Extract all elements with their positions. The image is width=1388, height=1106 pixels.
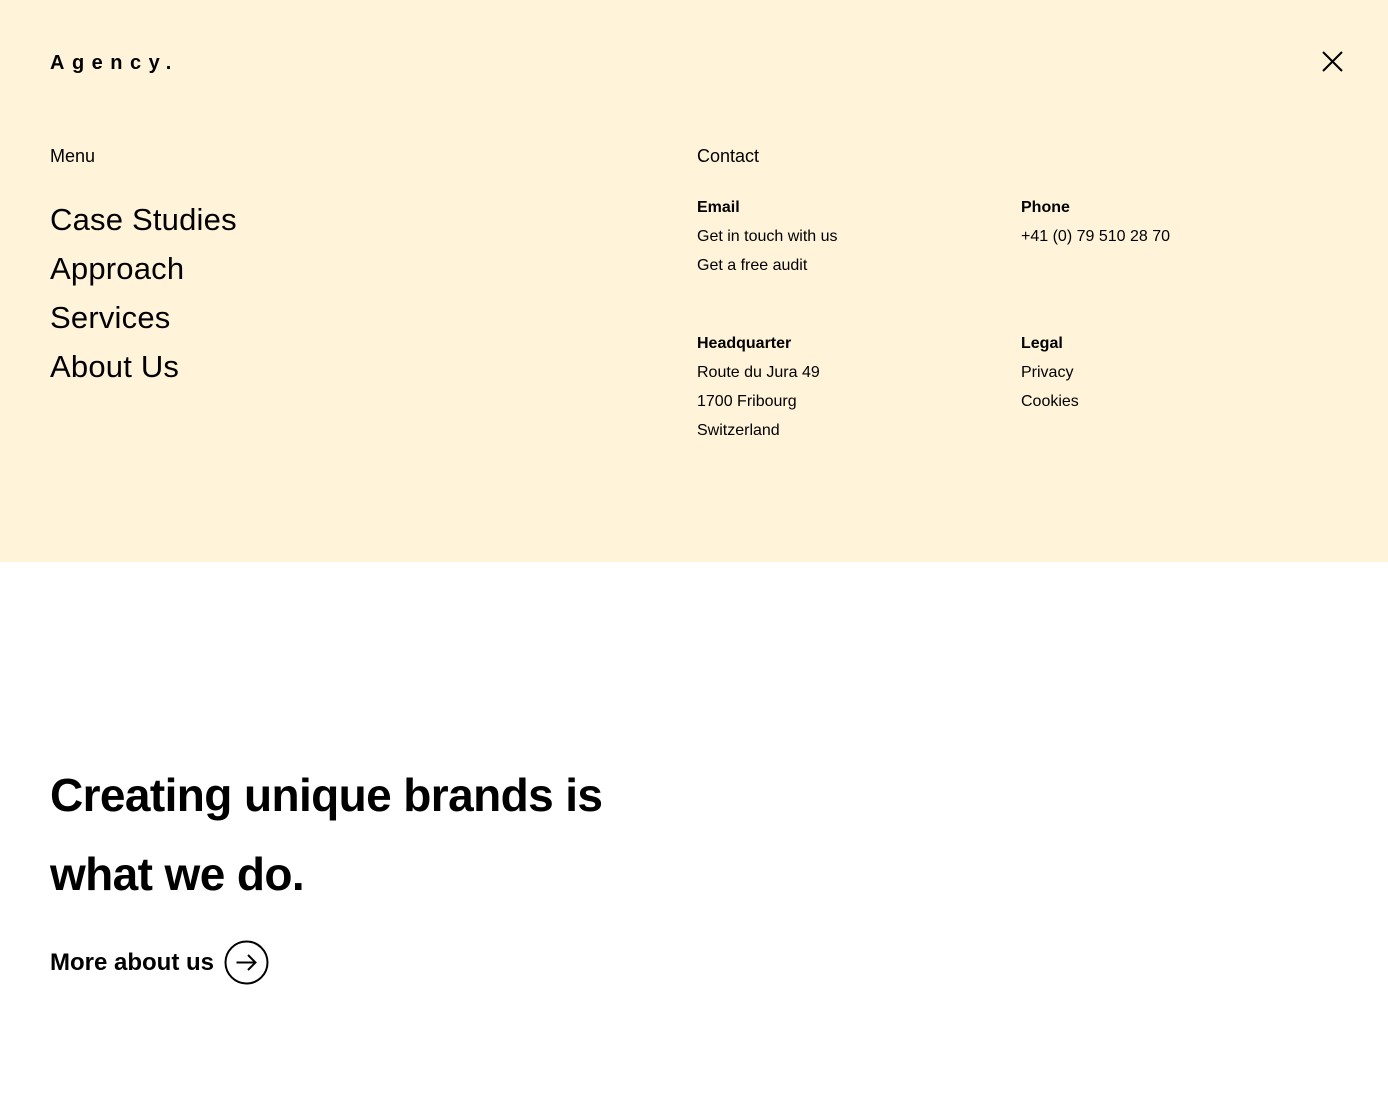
contact-email-block: Email Get in touch with us Get a free au… — [697, 193, 997, 280]
headquarter-label: Headquarter — [697, 335, 792, 352]
more-about-us-link[interactable]: More about us — [50, 940, 269, 985]
legal-label: Legal — [1021, 335, 1063, 352]
close-icon — [1322, 51, 1343, 72]
menu-item-about-us[interactable]: About Us — [50, 342, 237, 391]
email-label: Email — [697, 199, 740, 216]
menu-item-case-studies[interactable]: Case Studies — [50, 195, 237, 244]
contact-headquarter-block: Headquarter Route du Jura 49 1700 Fribou… — [697, 329, 997, 445]
more-about-us-label: More about us — [50, 948, 215, 976]
menu-nav: Case Studies Approach Services About Us — [50, 195, 237, 391]
get-in-touch-link[interactable]: Get in touch with us — [697, 222, 997, 251]
address-city: 1700 Fribourg — [697, 393, 797, 410]
privacy-link[interactable]: Privacy — [1021, 358, 1321, 387]
contact-phone-block: Phone +41 (0) 79 510 28 70 — [1021, 193, 1321, 251]
free-audit-link[interactable]: Get a free audit — [697, 251, 997, 280]
cookies-link[interactable]: Cookies — [1021, 387, 1321, 416]
menu-item-services[interactable]: Services — [50, 293, 237, 342]
close-menu-button[interactable] — [1314, 44, 1350, 80]
phone-number-link[interactable]: +41 (0) 79 510 28 70 — [1021, 222, 1321, 251]
address-street: Route du Jura 49 — [697, 364, 820, 381]
menu-item-approach[interactable]: Approach — [50, 244, 237, 293]
logo[interactable]: Agency. — [50, 50, 179, 76]
menu-heading: Menu — [50, 146, 96, 166]
arrow-right-circle-icon — [224, 940, 269, 985]
menu-overlay: Agency. Menu Case Studies Approach Servi… — [0, 0, 1388, 562]
hero-title: Creating unique brands is what we do. — [50, 769, 603, 900]
phone-label: Phone — [1021, 199, 1070, 216]
contact-heading: Contact — [697, 146, 760, 166]
contact-legal-block: Legal Privacy Cookies — [1021, 329, 1321, 416]
address-country: Switzerland — [697, 422, 780, 439]
